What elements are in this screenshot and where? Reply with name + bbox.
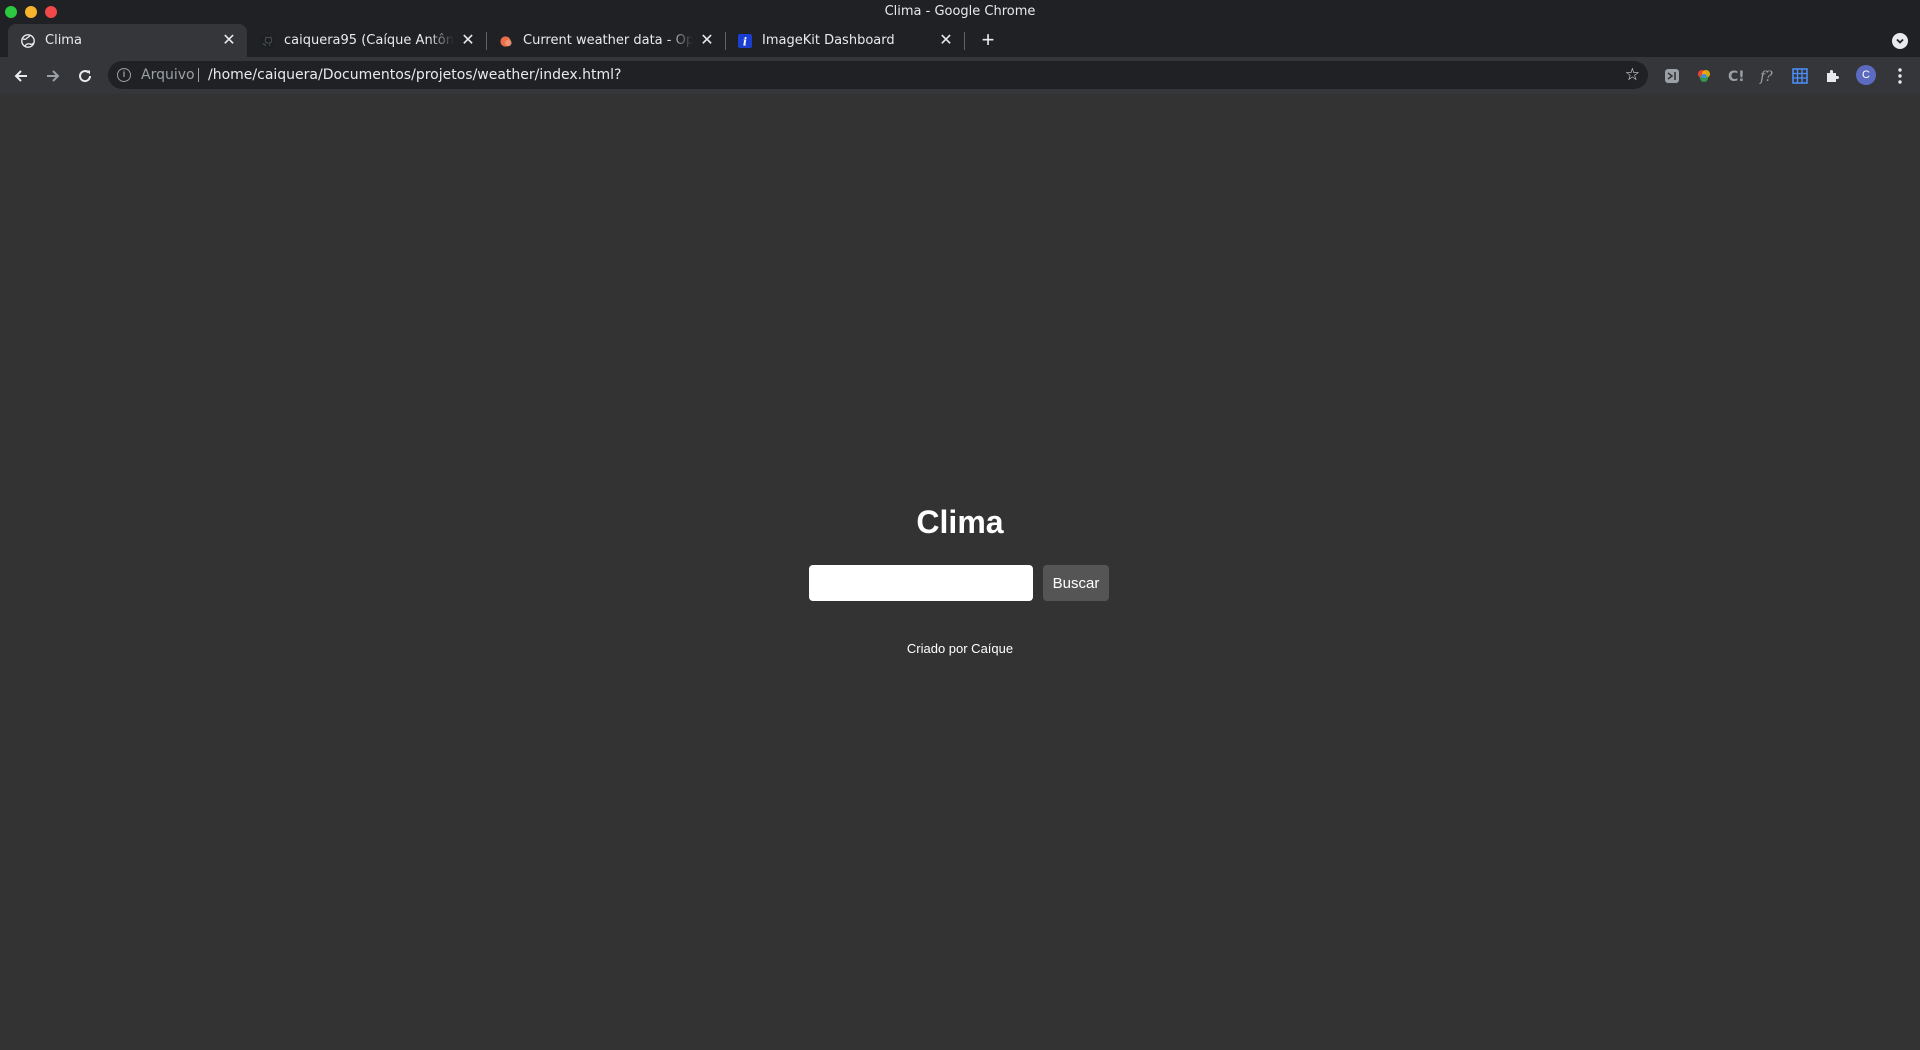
tab-openweather[interactable]: Current weather data - OpenW ✕ [486,24,725,57]
divider [198,68,199,82]
new-tab-button[interactable]: + [976,28,1000,52]
reload-button[interactable] [74,65,96,87]
svg-text:f?: f? [1759,69,1773,84]
extension-grid-icon[interactable] [1790,66,1810,86]
imagekit-icon: i [737,33,753,49]
profile-avatar[interactable]: C [1856,65,1876,85]
city-search-input[interactable] [809,565,1033,601]
github-icon [259,33,275,49]
extension-function-icon[interactable]: f? [1758,66,1778,86]
forward-button[interactable] [42,65,64,87]
svg-text:i: i [743,36,747,49]
tab-search-button[interactable] [1892,33,1908,49]
file-scheme-label: Arquivo [141,67,195,83]
search-button[interactable]: Buscar [1043,565,1109,601]
extension-color-picker-icon[interactable] [1694,66,1714,86]
svg-text:C!: C! [1728,69,1745,84]
chevron-down-icon [1896,38,1904,44]
tab-label: ImageKit Dashboard [762,33,895,48]
tab-label: Clima [45,33,82,48]
close-icon[interactable]: ✕ [938,32,954,48]
toolbar: i Arquivo /home/caiquera/Documentos/proj… [0,57,1920,94]
tab-label: caiquera95 (Caíque Antônio d [284,33,454,48]
globe-icon [20,33,36,49]
extension-vscode-icon[interactable] [1662,66,1682,86]
extensions-puzzle-icon[interactable] [1822,66,1842,86]
tab-strip: Clima ✕ caiquera95 (Caíque Antônio d ✕ C… [0,24,1920,57]
tab-imagekit[interactable]: i ImageKit Dashboard ✕ [725,24,964,57]
title-bar: Clima - Google Chrome [0,0,1920,24]
openweather-icon [498,33,514,49]
tab-github[interactable]: caiquera95 (Caíque Antônio d ✕ [247,24,486,57]
address-bar[interactable]: i Arquivo /home/caiquera/Documentos/proj… [108,61,1648,89]
back-button[interactable] [10,65,32,87]
tab-clima[interactable]: Clima ✕ [8,24,247,57]
arrow-left-icon [14,70,27,82]
tab-separator [964,32,965,50]
footer-credit: Criado por Caíque [906,641,1014,656]
extension-css-icon[interactable]: C! [1726,66,1746,86]
window-title: Clima - Google Chrome [884,4,1036,19]
info-icon[interactable]: i [117,68,131,82]
arrow-right-icon [47,70,60,82]
close-icon[interactable]: ✕ [221,32,237,48]
url-text[interactable]: /home/caiquera/Documentos/projetos/weath… [208,67,621,83]
browser-chrome: Clima - Google Chrome Clima ✕ caiquera95… [0,0,1920,94]
page-content: Clima Buscar Criado por Caíque [0,94,1920,1050]
tab-label: Current weather data - OpenW [523,33,693,48]
close-icon[interactable]: ✕ [460,32,476,48]
star-icon[interactable]: ☆ [1625,66,1640,84]
reload-icon [79,70,92,83]
page-title: Clima [916,504,1004,540]
more-menu-icon[interactable] [1892,66,1908,86]
close-icon[interactable]: ✕ [699,32,715,48]
